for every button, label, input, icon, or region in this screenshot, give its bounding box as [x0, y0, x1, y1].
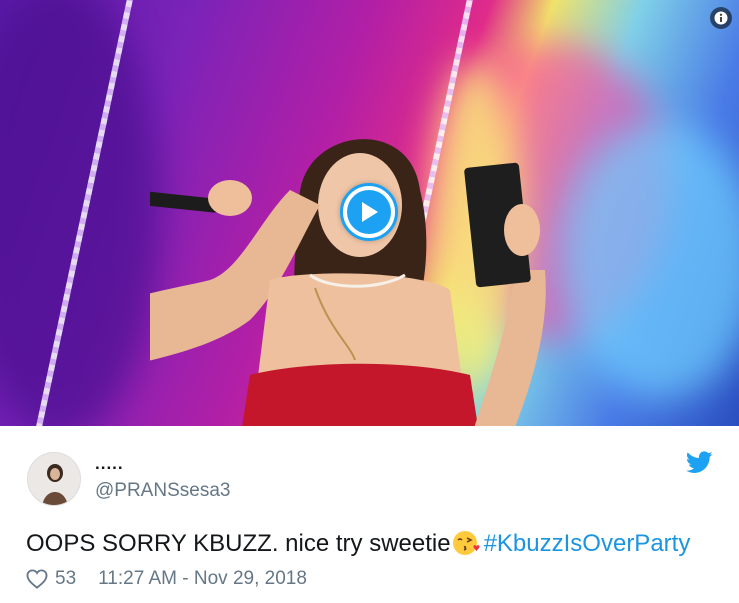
tweet-text: OOPS SORRY KBUZZ. nice try sweetie #Kbuz…: [26, 529, 690, 558]
kiss-emoji-icon: [452, 531, 480, 555]
like-count[interactable]: 53: [55, 568, 76, 590]
avatar[interactable]: [27, 452, 81, 506]
timestamp[interactable]: 11:27 AM - Nov 29, 2018: [98, 568, 307, 590]
tweet-card: ..... @PRANSsesa3 OOPS SORRY KBUZZ. nice…: [0, 426, 739, 603]
display-name[interactable]: .....: [95, 454, 124, 474]
play-icon: [347, 190, 391, 234]
user-handle[interactable]: @PRANSsesa3: [95, 480, 230, 502]
hashtag-link[interactable]: #KbuzzIsOverParty: [484, 530, 691, 557]
tweet-text-main: OOPS SORRY KBUZZ. nice try sweetie: [26, 530, 451, 557]
heart-icon[interactable]: [26, 569, 48, 589]
info-button[interactable]: [710, 7, 732, 29]
info-icon: [714, 11, 728, 25]
avatar-image: [28, 453, 80, 505]
tweet-meta: 53 11:27 AM - Nov 29, 2018: [26, 568, 307, 590]
twitter-bird-icon[interactable]: [686, 451, 713, 474]
performer-figure: [150, 139, 546, 426]
play-button[interactable]: [340, 183, 398, 241]
stage-light-purple: [0, 0, 160, 426]
video-player[interactable]: [0, 0, 739, 426]
